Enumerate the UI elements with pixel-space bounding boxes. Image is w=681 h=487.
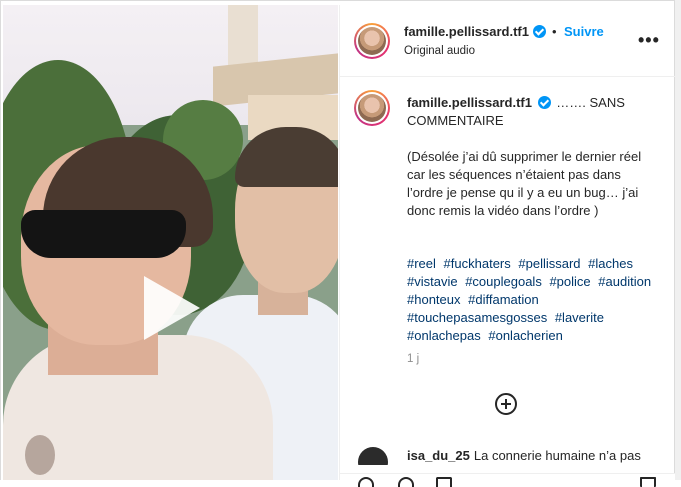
verified-badge-icon [537,96,551,109]
header-avatar[interactable] [354,23,390,59]
comment-icon[interactable] [398,477,414,487]
video-chimney [228,5,258,65]
hashtag-link[interactable]: #police [549,274,590,289]
verified-badge-icon [533,25,546,38]
hashtag-link[interactable]: #onlacherien [488,328,562,343]
reel-video[interactable] [3,5,338,480]
follow-button[interactable]: Suivre [564,24,604,39]
caption-body: (Désolée j’ai dû supprimer le dernier ré… [407,149,642,218]
video-tattoo [25,435,55,475]
hashtag-link[interactable]: #pellissard [518,256,580,271]
hashtag-link[interactable]: #laches [588,256,633,271]
hashtag-link[interactable]: #reel [407,256,436,271]
comment-content: isa_du_25 La connerie humaine n’a pas [407,448,676,463]
post-sidebar: famille.pellissard.tf1 • Suivre Original… [339,5,676,487]
hashtag-link[interactable]: #honteux [407,292,461,307]
hashtag-link[interactable]: #onlachepas [407,328,481,343]
hashtag-link[interactable]: #audition [598,274,651,289]
action-bar [340,473,676,487]
avatar-image [358,27,386,55]
header-separator: • [552,24,557,39]
add-comment-icon[interactable] [495,393,517,415]
hashtag-link[interactable]: #diffamation [468,292,539,307]
caption-first-line: famille.pellissard.tf1 ……. SANS COMMENTA… [407,94,657,130]
share-icon[interactable] [436,477,452,487]
hashtag-link[interactable]: #vistavie [407,274,458,289]
caption-username[interactable]: famille.pellissard.tf1 [407,95,532,110]
hashtag-list: #reel #fuckhaters #pellissard #laches #v… [407,255,657,345]
video-sunglasses [21,210,186,258]
instagram-post-viewer: famille.pellissard.tf1 • Suivre Original… [0,0,681,487]
save-icon[interactable] [640,477,656,487]
play-icon[interactable] [144,276,200,340]
hashtag-link[interactable]: #touchepasamesgosses [407,310,547,325]
audio-label[interactable]: Original audio [404,45,475,57]
more-options-icon[interactable]: ••• [638,30,660,51]
caption-avatar[interactable] [354,90,390,126]
scrollbar-track[interactable] [675,0,681,480]
hashtag-link[interactable]: #fuckhaters [444,256,511,271]
post-header: famille.pellissard.tf1 • Suivre Original… [340,5,676,77]
hashtag-link[interactable]: #laverite [555,310,604,325]
comment-item: isa_du_25 La connerie humaine n’a pas [340,445,676,465]
hashtag-link[interactable]: #couplegoals [465,274,542,289]
comment-text: La connerie humaine n’a pas [473,448,641,463]
heart-icon[interactable] [358,477,374,487]
comment-username[interactable]: isa_du_25 [407,448,470,463]
header-username[interactable]: famille.pellissard.tf1 [404,24,529,39]
comment-avatar[interactable] [358,447,388,465]
avatar-image [358,94,386,122]
post-timestamp[interactable]: 1 j [407,353,419,365]
